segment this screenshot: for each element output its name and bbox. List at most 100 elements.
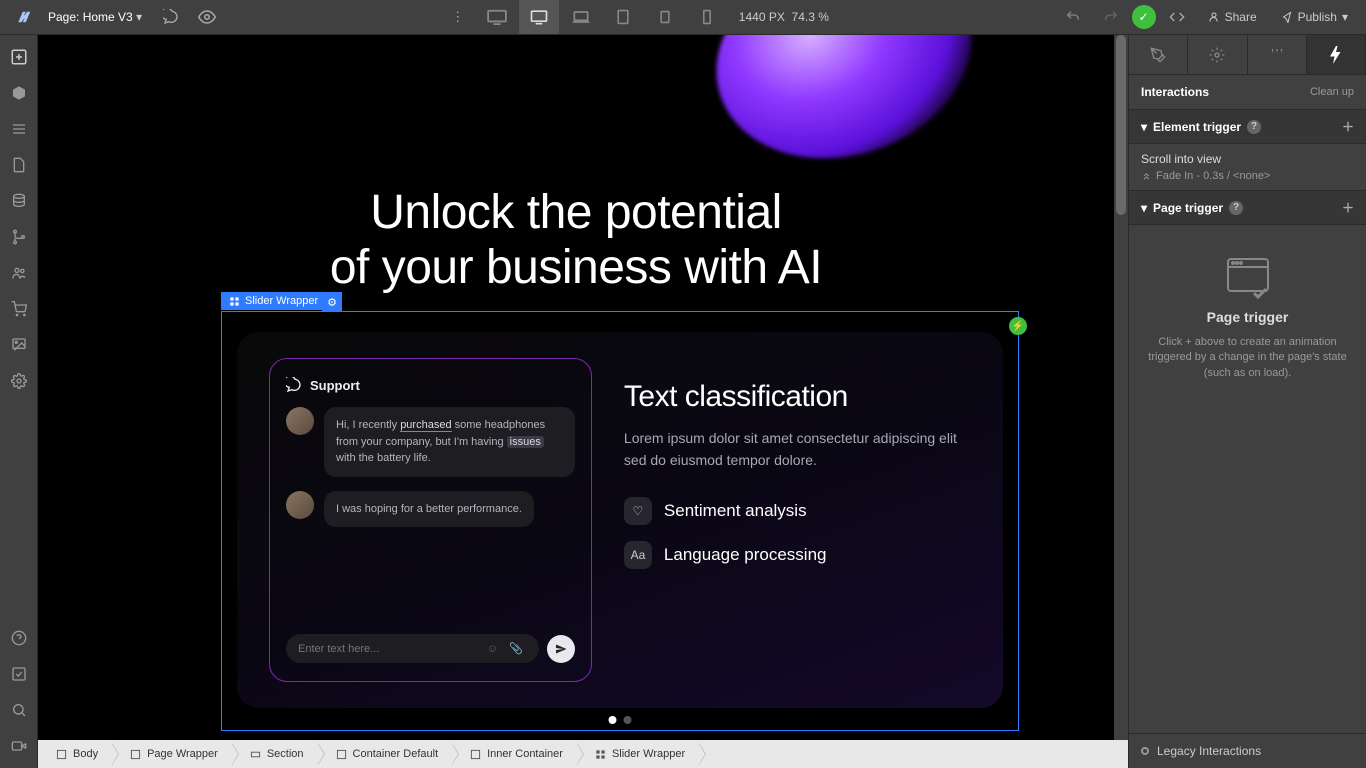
comments-icon[interactable] [154,0,188,34]
settings-tab-icon[interactable] [1188,35,1247,74]
assets-icon[interactable] [3,329,35,361]
video-icon[interactable] [3,730,35,762]
audit-icon[interactable] [3,658,35,690]
undo-icon[interactable] [1056,0,1090,34]
publish-button[interactable]: Publish ▾ [1271,3,1358,31]
add-page-trigger-icon[interactable]: ＋ [1342,199,1354,216]
avatar [286,407,314,435]
design-canvas[interactable]: Unlock the potentialof your business wit… [38,35,1114,740]
trigger-detail: Fade In - 0.3s / <none> [1141,170,1354,182]
feature-label: Language processing [664,545,827,565]
send-button-icon[interactable] [547,635,575,663]
slider-dot[interactable] [609,716,617,724]
settings-icon[interactable] [3,365,35,397]
feature-row: ♡ Sentiment analysis [624,497,971,525]
page-trigger-desc: Click + above to create an animation tri… [1145,335,1350,381]
element-trigger-section[interactable]: ▾Element trigger ? ＋ [1129,109,1366,144]
panel-footer[interactable]: Legacy Interactions [1129,733,1366,768]
page-selector[interactable]: Page: Home V3 ▾ [38,10,152,24]
canvas-size-label: 1440 PX 74.3 % [729,10,839,24]
components-icon[interactable] [3,77,35,109]
top-toolbar: Page: Home V3 ▾ ⋮ 1440 PX 74.3 % ✓ Share… [0,0,1366,35]
panel-header: Interactions Clean up [1129,75,1366,109]
page-trigger-section[interactable]: ▾Page trigger ? ＋ [1129,190,1366,225]
style-tab-icon[interactable] [1129,35,1188,74]
pages-icon[interactable] [3,149,35,181]
slider-dot[interactable] [624,716,632,724]
page-trigger-empty: Page trigger Click + above to create an … [1129,225,1366,401]
breadcrumb: Body Page Wrapper Section Container Defa… [38,740,1128,768]
canvas-area: Unlock the potentialof your business wit… [38,35,1128,740]
slide-content: Text classification Lorem ipsum dolor si… [624,358,971,682]
typography-icon: Aa [624,541,652,569]
page-prefix-label: Page: [48,10,79,24]
selection-label[interactable]: Slider Wrapper [221,292,326,310]
crumb-body[interactable]: Body [38,740,112,768]
code-icon[interactable] [1160,0,1194,34]
add-trigger-icon[interactable]: ＋ [1342,118,1354,135]
chat-input-row: Enter text here... ☺ 📎 [286,634,575,663]
page-name-label: Home V3 [83,10,133,24]
legacy-link[interactable]: Legacy Interactions [1157,744,1261,758]
slide-title: Text classification [624,380,971,414]
cms-icon[interactable] [3,185,35,217]
help-icon[interactable]: ? [1229,201,1243,215]
device-desktop-icon[interactable] [519,0,559,34]
crumb-container[interactable]: Container Default [318,740,453,768]
message-bubble: Hi, I recently purchased some headphones… [324,407,575,477]
slide-description: Lorem ipsum dolor sit amet consectetur a… [624,428,971,471]
panel-title: Interactions [1141,85,1209,99]
crumb-inner-container[interactable]: Inner Container [452,740,577,768]
search-icon[interactable] [3,694,35,726]
trigger-name: Scroll into view [1141,152,1354,166]
chat-message: Hi, I recently purchased some headphones… [286,407,575,477]
crumb-slider-wrapper[interactable]: Slider Wrapper [577,740,699,768]
cleanup-link[interactable]: Clean up [1310,86,1354,98]
selection-settings-icon[interactable]: ⚙ [322,292,342,312]
share-button[interactable]: Share [1198,3,1267,31]
preview-icon[interactable] [190,0,224,34]
selection-outline[interactable]: Slider Wrapper ⚙ ⚡ Support Hi, I recentl… [221,311,1019,731]
device-desktop-xl-icon[interactable] [477,0,517,34]
canvas-scrollbar[interactable] [1114,35,1128,740]
heart-icon: ♡ [624,497,652,525]
status-ok-icon[interactable]: ✓ [1132,5,1156,29]
right-panel: Interactions Clean up ▾Element trigger ?… [1128,35,1366,768]
device-laptop-icon[interactable] [561,0,601,34]
webflow-logo-icon[interactable] [8,3,36,31]
chat-panel: Support Hi, I recently purchased some he… [269,358,592,682]
help-icon[interactable]: ? [1247,120,1261,134]
hero-headline: Unlock the potentialof your business wit… [38,185,1114,295]
navigator-icon[interactable] [3,113,35,145]
left-toolbar [0,35,38,768]
scrollbar-thumb[interactable] [1116,35,1126,215]
decorative-blob [689,35,998,190]
users-icon[interactable] [3,257,35,289]
chat-input-field[interactable]: Enter text here... ☺ 📎 [286,634,539,663]
panel-tabs [1129,35,1366,75]
crumb-page-wrapper[interactable]: Page Wrapper [112,740,232,768]
chat-header: Support [286,377,575,393]
device-mobile-icon[interactable] [687,0,727,34]
help-icon[interactable] [3,622,35,654]
chat-message: I was hoping for a better performance. [286,491,575,528]
logic-icon[interactable] [3,221,35,253]
device-tablet-icon[interactable] [603,0,643,34]
redo-icon[interactable] [1094,0,1128,34]
interactions-tab-icon[interactable] [1307,35,1366,74]
slider-dots[interactable] [609,716,632,724]
effects-tab-icon[interactable] [1248,35,1307,74]
device-tablet-small-icon[interactable] [645,0,685,34]
message-bubble: I was hoping for a better performance. [324,491,534,528]
feature-row: Aa Language processing [624,541,971,569]
crumb-section[interactable]: Section [232,740,318,768]
interaction-badge-icon[interactable]: ⚡ [1009,317,1027,335]
feature-label: Sentiment analysis [664,501,807,521]
more-icon[interactable]: ⋮ [441,0,475,34]
avatar [286,491,314,519]
slider-card: Support Hi, I recently purchased some he… [237,332,1003,708]
page-trigger-heading: Page trigger [1145,309,1350,325]
trigger-item[interactable]: Scroll into view Fade In - 0.3s / <none> [1129,144,1366,190]
add-element-icon[interactable] [3,41,35,73]
ecommerce-icon[interactable] [3,293,35,325]
